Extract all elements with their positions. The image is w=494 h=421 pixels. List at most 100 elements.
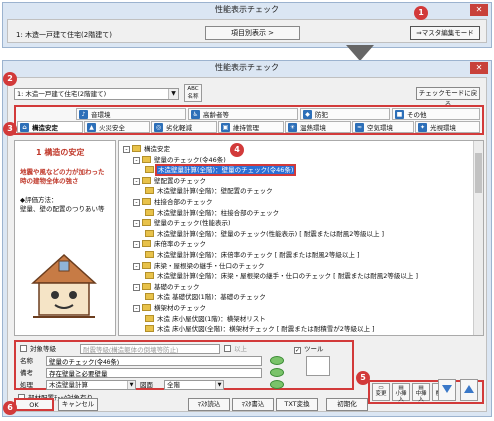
process-select[interactable]: 木造壁量計算 ▼ <box>46 380 136 390</box>
tree-node-label: 床梁・屋根梁の継手・仕口のチェック <box>154 261 265 270</box>
check-item-tree[interactable]: - 構造安定 - 壁量のチェック(令46条) 木造壁量計算(全階)：壁量のチェック(令4… <box>118 140 484 336</box>
abc-name-button[interactable]: ABC 名称 <box>184 84 202 102</box>
small-insert-button[interactable]: ▤ 小挿入 <box>392 383 410 403</box>
change-button[interactable]: ▭ 変更 <box>372 383 390 401</box>
tree-node-label: 木造壁量計算(全階)：壁量のチェック(令46条) <box>154 164 297 177</box>
cancel-button[interactable]: キャンセル <box>58 398 98 411</box>
folder-icon <box>145 229 154 237</box>
tool-row: ツール <box>294 344 324 354</box>
collapse-icon[interactable]: - <box>123 146 130 153</box>
collapse-icon[interactable]: - <box>133 241 140 249</box>
medium-insert-button[interactable]: ▤ 中挿入 <box>412 383 430 403</box>
target-grade-field[interactable] <box>80 344 220 354</box>
tree-node-label: 木造壁量計算(全階)：床倍率のチェック [ 耐震または耐風2等級以上 ] <box>157 251 360 259</box>
eye-icon[interactable] <box>270 380 284 389</box>
tab-structure[interactable]: ⌂ 構造安定 <box>17 121 83 133</box>
tree-node[interactable]: 木造 床小屋伏図(全階)：横架材チェック [ 耐震または耐積雪が2等級以上 ] <box>145 325 375 334</box>
collapse-icon[interactable]: - <box>133 156 140 164</box>
sound-icon: ♪ <box>79 110 88 119</box>
tree-node[interactable]: - 床梁・屋根梁の継手・仕口のチェック <box>133 261 265 271</box>
tree-node[interactable]: - 壁配置のチェック <box>133 176 206 186</box>
tab-fire[interactable]: ▲ 火災安全 <box>84 121 150 133</box>
tree-node[interactable]: 木造壁量計算(全階)：床倍率のチェック [ 耐震または耐風2等級以上 ] <box>145 251 359 260</box>
folder-icon <box>142 304 151 311</box>
tab-deterioration[interactable]: ◎ 劣化軽減 <box>151 121 217 133</box>
tab-thermal[interactable]: ☀ 温熱環境 <box>285 121 351 133</box>
tree-node[interactable]: 木造壁量計算(全階)：柱接合部のチェック <box>145 208 279 218</box>
security-icon: ◆ <box>303 110 312 119</box>
tree-node-label: 壁配置のチェック <box>154 176 206 185</box>
tree-scrollbar[interactable] <box>473 141 483 335</box>
note-field[interactable] <box>46 368 262 378</box>
main-window: 性能表示チェック ✕ 1: 木造一戸建て住宅(2階建て) ▼ ABC 名称 チェ… <box>2 60 492 417</box>
target-grade-checkbox[interactable] <box>20 345 27 352</box>
tab-elderly[interactable]: ♿ 高齢者等 <box>188 108 298 120</box>
tool-icon[interactable] <box>306 356 330 376</box>
tree-node[interactable]: - 壁量のチェック(令46条) <box>133 155 226 165</box>
maintenance-icon: ▣ <box>221 123 230 132</box>
folder-icon <box>142 240 151 248</box>
tree-node[interactable]: 木造壁量計算(全階)：壁配置のチェック <box>145 187 273 196</box>
tree-node[interactable]: - 柱接合部のチェック <box>133 198 213 207</box>
folder-icon <box>142 155 151 163</box>
folder-icon <box>142 198 151 205</box>
collapse-icon[interactable]: - <box>133 283 140 291</box>
move-down-button[interactable] <box>438 379 456 401</box>
tree-node[interactable]: 木造 基礎伏図(1階)：基礎のチェック <box>145 293 266 302</box>
arrow-down-icon <box>442 385 452 393</box>
tab-air[interactable]: ≈ 空気環境 <box>352 121 414 133</box>
tree-node[interactable]: 木造壁量計算(全階)：壁量のチェック(性能表示) [ 耐震または耐風2等級以上 … <box>145 229 384 239</box>
item-display-button[interactable]: 項目別表示 > <box>205 26 300 40</box>
move-up-button[interactable] <box>460 379 478 401</box>
tree-node[interactable]: - 基礎のチェック <box>133 282 200 292</box>
collapse-icon[interactable]: - <box>133 220 140 228</box>
tab-light[interactable]: ✦ 光視環境 <box>415 121 480 133</box>
collapse-icon[interactable]: - <box>133 199 140 206</box>
callout-5: 5 <box>356 371 370 385</box>
collapse-icon[interactable]: - <box>133 262 140 270</box>
master-write-button[interactable]: ﾏｽﾀ書込 <box>232 398 274 411</box>
or-more-checkbox[interactable] <box>224 345 231 352</box>
plan-select[interactable]: 1: 木造一戸建て住宅(2階建て) ▼ <box>14 88 179 100</box>
tab-other[interactable]: ■ その他 <box>392 108 480 120</box>
eye-icon[interactable] <box>270 356 284 365</box>
txt-convert-button[interactable]: TXT変換 <box>276 398 318 411</box>
tree-node[interactable]: - 床倍率のチェック <box>133 240 206 249</box>
drawing-select[interactable]: 全階 ▼ <box>164 380 224 390</box>
init-button[interactable]: 初期化 <box>326 398 368 411</box>
folder-icon <box>145 325 154 333</box>
collapse-icon[interactable]: - <box>133 305 140 312</box>
back-to-check-mode-button[interactable]: チェックモードに戻る <box>416 87 480 108</box>
tree-node[interactable]: - 壁量のチェック(性能表示) <box>133 219 231 228</box>
master-read-button[interactable]: ﾏｽﾀ読込 <box>188 398 230 411</box>
name-field[interactable] <box>46 356 262 366</box>
tab-security[interactable]: ◆ 防犯 <box>300 108 390 120</box>
folder-icon <box>145 208 154 216</box>
note-label: 備考 <box>20 369 33 377</box>
folder-icon <box>132 145 141 152</box>
tab-sound[interactable]: ♪ 音環境 <box>76 108 186 120</box>
tree-node-label: 柱接合部のチェック <box>154 198 213 206</box>
tree-node[interactable]: 木造 床小屋伏図(1階)：横架材リスト <box>145 314 266 324</box>
top-window-body: 1: 木造一戸建て住宅(2階建て) 項目別表示 > ⇒マスタ編集モード <box>7 19 487 43</box>
plan-label: 1: 木造一戸建て住宅(2階建て) <box>16 31 112 39</box>
folder-icon <box>145 187 154 195</box>
tree-scrollbar-thumb[interactable] <box>475 153 482 193</box>
tree-node[interactable]: 木造壁量計算(全階)：床梁・屋根梁の継手・仕口のチェック [ 耐震または耐風2等… <box>145 272 418 281</box>
collapse-icon[interactable]: - <box>133 177 140 185</box>
tree-node[interactable]: 木造壁量計算(全階)：壁量のチェック(令46条) <box>145 164 297 177</box>
master-edit-button[interactable]: ⇒マスタ編集モード <box>410 26 480 40</box>
close-icon[interactable]: ✕ <box>470 4 488 16</box>
ok-button[interactable]: OK <box>14 398 54 411</box>
tool-checkbox[interactable] <box>294 347 301 354</box>
tree-node[interactable]: - 構造安定 <box>123 145 170 154</box>
close-icon[interactable]: ✕ <box>470 62 488 74</box>
folder-icon <box>145 166 154 174</box>
tree-node-label: 床倍率のチェック <box>154 240 206 249</box>
down-arrow-icon <box>346 45 374 61</box>
tree-node-label: 横架材のチェック <box>154 304 206 312</box>
eye-icon[interactable] <box>270 368 284 377</box>
tree-node[interactable]: - 横架材のチェック <box>133 304 206 313</box>
tab-maintenance[interactable]: ▣ 維持管理 <box>218 121 284 133</box>
folder-icon <box>145 251 154 258</box>
